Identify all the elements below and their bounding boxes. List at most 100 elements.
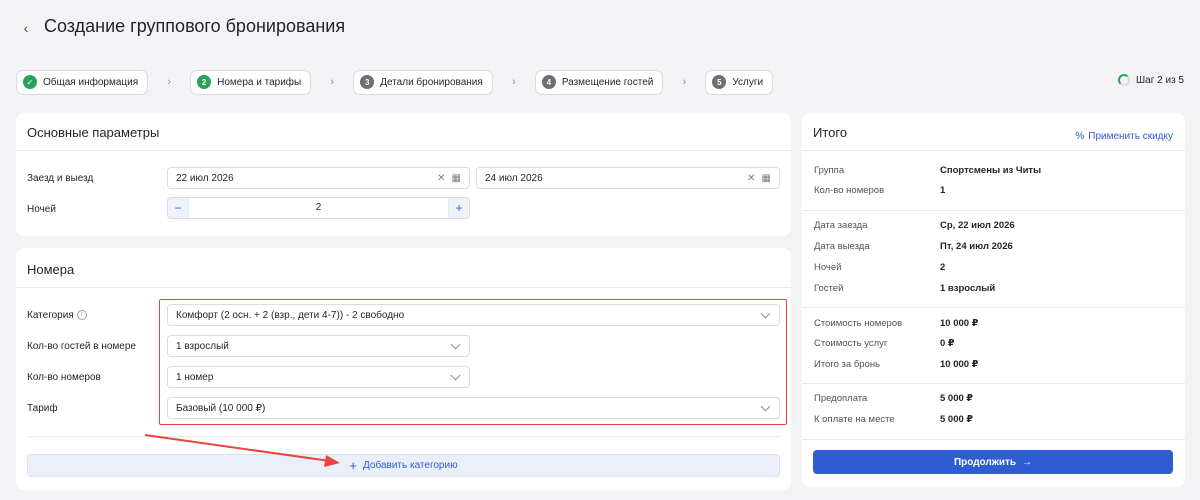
summary-card: Итого % Применить скидку Группа Спортсме…	[802, 113, 1185, 487]
wizard-steps: ✓ Общая информация › 2 Номера и тарифы ›…	[16, 69, 774, 95]
step-counter: Шаг 2 из 5	[1117, 74, 1184, 86]
divider	[802, 439, 1185, 440]
summary-label: Предоплата	[814, 393, 868, 404]
nights-value[interactable]: 2	[188, 198, 449, 218]
summary-label: Дата выезда	[814, 241, 870, 252]
step-number: 2	[197, 75, 212, 89]
step-label: Общая информация	[43, 76, 139, 88]
tariff-value: Базовый (10 000 ₽)	[176, 402, 266, 414]
summary-value: 10 000 ₽	[940, 318, 979, 329]
card-title: Номера	[27, 262, 75, 277]
divider	[27, 436, 780, 437]
chevron-down-icon	[760, 401, 771, 411]
summary-value: 1 взрослый	[940, 283, 996, 294]
chevron-right-icon: ›	[330, 76, 335, 88]
checkout-value: 24 июл 2026	[485, 172, 543, 184]
divider	[16, 150, 791, 151]
add-category-button[interactable]: + Добавить категорию	[27, 454, 780, 477]
rooms-card: Номера Категория i Комфорт (2 осн. + 2 (в…	[16, 248, 791, 490]
chevron-right-icon: ›	[682, 76, 687, 88]
summary-label: Стоимость номеров	[814, 318, 903, 329]
summary-label: Группа	[814, 165, 845, 176]
page-title: Создание группового бронирования	[44, 16, 346, 36]
summary-label: Гостей	[814, 283, 844, 294]
nights-stepper[interactable]: − 2 +	[167, 197, 470, 219]
guests-label: Кол-во гостей в номере	[27, 341, 136, 352]
minus-button[interactable]: −	[168, 198, 188, 218]
divider	[802, 307, 1185, 308]
summary-value: 0 ₽	[940, 338, 955, 349]
back-arrow-icon[interactable]: ‹	[18, 18, 34, 38]
clear-icon[interactable]: ✕	[747, 173, 755, 184]
step-number: 4	[541, 75, 556, 89]
guests-value: 1 взрослый	[176, 340, 229, 352]
step-guest-placement[interactable]: 4 Размещение гостей	[534, 69, 664, 95]
summary-value: Пт, 24 июл 2026	[940, 241, 1013, 252]
summary-label: Кол-во номеров	[814, 185, 885, 196]
step-counter-text: Шаг 2 из 5	[1135, 74, 1184, 86]
summary-value: 1	[940, 185, 946, 196]
summary-label: Стоимость услуг	[814, 338, 888, 349]
arrow-right-icon: →	[1022, 456, 1033, 468]
step-services[interactable]: 5 Услуги	[705, 69, 774, 95]
category-value: Комфорт (2 осн. + 2 (взр., дети 4-7)) - …	[176, 309, 405, 321]
category-label-text: Категория	[27, 310, 74, 321]
continue-button[interactable]: Продолжить →	[813, 450, 1173, 474]
summary-title: Итого	[813, 125, 848, 140]
tariff-select[interactable]: Базовый (10 000 ₽)	[167, 397, 780, 419]
rooms-count-value: 1 номер	[176, 371, 214, 383]
chevron-down-icon	[450, 370, 461, 380]
step-general-info[interactable]: ✓ Общая информация	[16, 69, 149, 95]
check-icon: ✓	[23, 75, 37, 89]
category-label: Категория i	[27, 310, 87, 321]
calendar-icon[interactable]: ▦	[452, 173, 461, 184]
step-booking-details[interactable]: 3 Детали бронирования	[353, 69, 493, 95]
summary-label: Итого за бронь	[814, 359, 881, 370]
chevron-down-icon	[450, 339, 461, 349]
step-rooms-tariffs[interactable]: 2 Номера и тарифы	[190, 69, 312, 95]
rooms-count-select[interactable]: 1 номер	[167, 366, 470, 388]
step-label: Номера и тарифы	[217, 76, 302, 88]
divider	[802, 383, 1185, 384]
clear-icon[interactable]: ✕	[437, 173, 445, 184]
step-label: Детали бронирования	[380, 76, 483, 88]
chevron-down-icon	[760, 308, 771, 318]
rooms-count-label: Кол-во номеров	[27, 372, 101, 383]
info-icon[interactable]: i	[76, 310, 87, 321]
summary-value: Ср, 22 июл 2026	[940, 220, 1015, 231]
checkin-value: 22 июл 2026	[176, 172, 234, 184]
divider	[802, 210, 1185, 211]
chevron-right-icon: ›	[511, 76, 516, 88]
checkin-field[interactable]: 22 июл 2026 ✕ ▦	[167, 167, 470, 189]
card-title: Основные параметры	[27, 125, 160, 140]
guests-select[interactable]: 1 взрослый	[167, 335, 470, 357]
divider	[802, 150, 1185, 151]
main-params-card: Основные параметры Заезд и выезд 22 июл …	[16, 113, 791, 236]
step-number: 3	[360, 75, 375, 89]
progress-ring-icon	[1117, 74, 1130, 86]
category-select[interactable]: Комфорт (2 осн. + 2 (взр., дети 4-7)) - …	[167, 304, 780, 326]
plus-icon: +	[349, 458, 357, 473]
summary-label: К оплате на месте	[814, 414, 895, 425]
dates-label: Заезд и выезд	[27, 173, 94, 184]
summary-label: Ночей	[814, 262, 842, 273]
summary-value: 5 000 ₽	[940, 414, 974, 425]
add-category-label: Добавить категорию	[363, 460, 458, 471]
step-label: Размещение гостей	[561, 76, 654, 88]
checkout-field[interactable]: 24 июл 2026 ✕ ▦	[476, 167, 780, 189]
continue-label: Продолжить	[953, 456, 1017, 468]
step-label: Услуги	[732, 76, 764, 88]
percent-icon: %	[1075, 131, 1085, 142]
tariff-label: Тариф	[27, 403, 58, 414]
calendar-icon[interactable]: ▦	[762, 173, 771, 184]
step-number: 5	[712, 75, 727, 89]
summary-value: 10 000 ₽	[940, 359, 979, 370]
nights-label: Ночей	[27, 204, 56, 215]
summary-value: 5 000 ₽	[940, 393, 974, 404]
summary-value: Спортсмены из Читы	[940, 165, 1042, 176]
apply-discount-label: Применить скидку	[1088, 131, 1173, 142]
divider	[16, 287, 791, 288]
chevron-right-icon: ›	[167, 76, 171, 88]
plus-button[interactable]: +	[449, 198, 469, 218]
apply-discount-link[interactable]: % Применить скидку	[1075, 131, 1173, 142]
